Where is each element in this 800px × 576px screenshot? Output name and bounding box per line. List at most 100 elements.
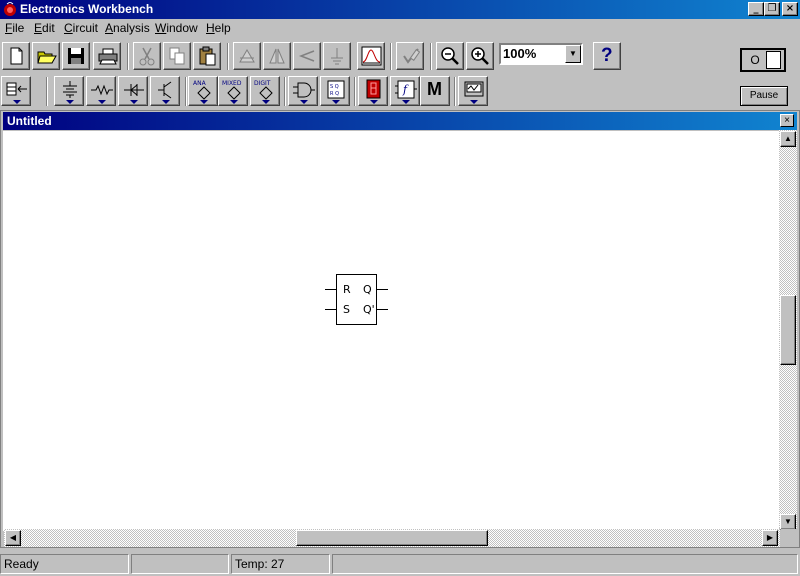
- activate-power-switch[interactable]: O: [740, 48, 786, 72]
- flip-horizontal-icon: [269, 48, 285, 64]
- zoom-in-icon: [471, 47, 489, 65]
- pin-s-wire: [325, 309, 336, 310]
- toolbar-separator: [284, 77, 286, 106]
- ground-icon: [331, 48, 343, 65]
- svg-text:ANA: ANA: [193, 80, 207, 87]
- rotate-icon: [239, 49, 255, 63]
- horizontal-scroll-thumb[interactable]: [296, 530, 488, 546]
- pencil-check-icon: [403, 48, 421, 64]
- restore-button[interactable]: ❐: [764, 2, 780, 16]
- status-pane-empty: [131, 554, 229, 574]
- pin-r-wire: [325, 289, 336, 290]
- scroll-up-arrow-icon[interactable]: ▲: [780, 131, 796, 147]
- copy-button[interactable]: [163, 42, 191, 70]
- menu-file[interactable]: File: [5, 21, 24, 35]
- svg-text:MIXED: MIXED: [222, 80, 242, 87]
- print-button[interactable]: [93, 42, 121, 70]
- zoom-out-button[interactable]: [436, 42, 464, 70]
- close-button[interactable]: ×: [782, 2, 798, 16]
- app-icon[interactable]: [3, 2, 18, 17]
- status-bar: Ready Temp: 27: [0, 552, 800, 576]
- floppy-disk-icon: [68, 48, 84, 64]
- function-icon: f: [395, 80, 417, 104]
- new-file-icon: [10, 47, 23, 65]
- sources-bin-button[interactable]: [54, 76, 84, 106]
- analog-ics-bin-button[interactable]: ANA: [188, 76, 218, 106]
- indicators-bin-button[interactable]: [358, 76, 388, 106]
- graph-icon: [361, 46, 382, 66]
- clipboard-icon: [199, 46, 216, 66]
- pin-q-label: Q: [363, 283, 372, 296]
- menu-circuit[interactable]: Circuit: [64, 21, 98, 35]
- flip-horizontal-button[interactable]: [263, 42, 291, 70]
- miscellaneous-bin-button[interactable]: M: [420, 76, 450, 106]
- save-button[interactable]: [62, 42, 90, 70]
- pin-qbar-label: Q': [363, 303, 375, 316]
- create-subcircuit-button[interactable]: [357, 42, 385, 70]
- menu-window[interactable]: Window: [155, 21, 198, 35]
- status-pane-extra: [332, 554, 798, 574]
- status-temperature: Temp: 27: [231, 554, 330, 574]
- battery-icon: [63, 81, 77, 104]
- svg-text:R Q: R Q: [330, 91, 339, 97]
- toolbar-separator: [430, 43, 432, 70]
- scrollbar-corner: [781, 529, 797, 547]
- power-switch-indicator: O: [750, 53, 760, 67]
- power-switch-lever: [766, 51, 781, 69]
- scroll-right-arrow-icon[interactable]: ▶: [762, 530, 778, 546]
- zoom-level-value: 100%: [503, 46, 537, 61]
- basic-bin-button[interactable]: [86, 76, 116, 106]
- zoom-in-button[interactable]: [466, 42, 494, 70]
- flip-vertical-icon: [298, 50, 315, 62]
- toolbar-separator: [185, 77, 187, 106]
- horizontal-scrollbar[interactable]: ◀ ▶: [4, 529, 780, 547]
- seven-segment-icon: [366, 79, 381, 104]
- transistor-icon: [158, 81, 172, 104]
- cut-button[interactable]: [133, 42, 161, 70]
- vertical-scroll-thumb[interactable]: [780, 295, 796, 365]
- diodes-bin-button[interactable]: [118, 76, 148, 106]
- menu-edit[interactable]: Edit: [34, 21, 55, 35]
- controls-bin-button[interactable]: f: [390, 76, 420, 106]
- status-message: Ready: [0, 554, 129, 574]
- digital-ics-bin-button[interactable]: DIGIT: [250, 76, 280, 106]
- scissors-icon: [139, 47, 155, 66]
- circuit-window-close-button[interactable]: ×: [780, 114, 794, 127]
- component-properties-button[interactable]: [323, 42, 351, 70]
- open-button[interactable]: [32, 42, 60, 70]
- paste-button[interactable]: [193, 42, 221, 70]
- rotate-button[interactable]: [233, 42, 261, 70]
- window-title: Electronics Workbench: [20, 2, 154, 16]
- open-folder-icon: [37, 51, 57, 64]
- pause-button[interactable]: Pause: [740, 86, 788, 106]
- digital-bin-button[interactable]: S QR Q: [320, 76, 350, 106]
- printer-icon: [98, 48, 118, 65]
- circuit-canvas[interactable]: [3, 131, 779, 531]
- menu-analysis[interactable]: Analysis: [105, 21, 150, 35]
- copy-icon: [169, 47, 185, 65]
- toolbar-separator: [227, 43, 229, 70]
- instruments-bin-button[interactable]: [458, 76, 488, 106]
- minimize-button[interactable]: _: [748, 2, 764, 16]
- new-button[interactable]: [2, 42, 30, 70]
- pin-r-label: R: [343, 283, 351, 296]
- chevron-down-icon[interactable]: ▼: [565, 45, 581, 63]
- scroll-left-arrow-icon[interactable]: ◀: [5, 530, 21, 546]
- flip-vertical-button[interactable]: [293, 42, 321, 70]
- flip-flop-body: R S Q Q': [336, 274, 377, 325]
- scroll-down-arrow-icon[interactable]: ▼: [780, 514, 796, 530]
- logic-gates-bin-button[interactable]: [288, 76, 318, 106]
- help-button[interactable]: ?: [593, 42, 621, 70]
- mixed-ics-bin-button[interactable]: MIXED: [218, 76, 248, 106]
- and-gate-icon: [293, 82, 315, 104]
- transistors-bin-button[interactable]: [150, 76, 180, 106]
- circuit-window: Untitled ×: [0, 110, 800, 548]
- app-title-bar: Electronics Workbench _ ❐ ×: [0, 0, 800, 19]
- menu-help[interactable]: Help: [206, 21, 231, 35]
- zoom-level-select[interactable]: 100% ▼: [499, 43, 583, 65]
- vertical-scrollbar[interactable]: ▲ ▼: [779, 130, 797, 530]
- help-icon: ?: [601, 45, 613, 66]
- description-button[interactable]: [396, 42, 424, 70]
- rs-flip-flop-component[interactable]: R S Q Q': [325, 274, 389, 326]
- favorites-bin-button[interactable]: [1, 76, 31, 106]
